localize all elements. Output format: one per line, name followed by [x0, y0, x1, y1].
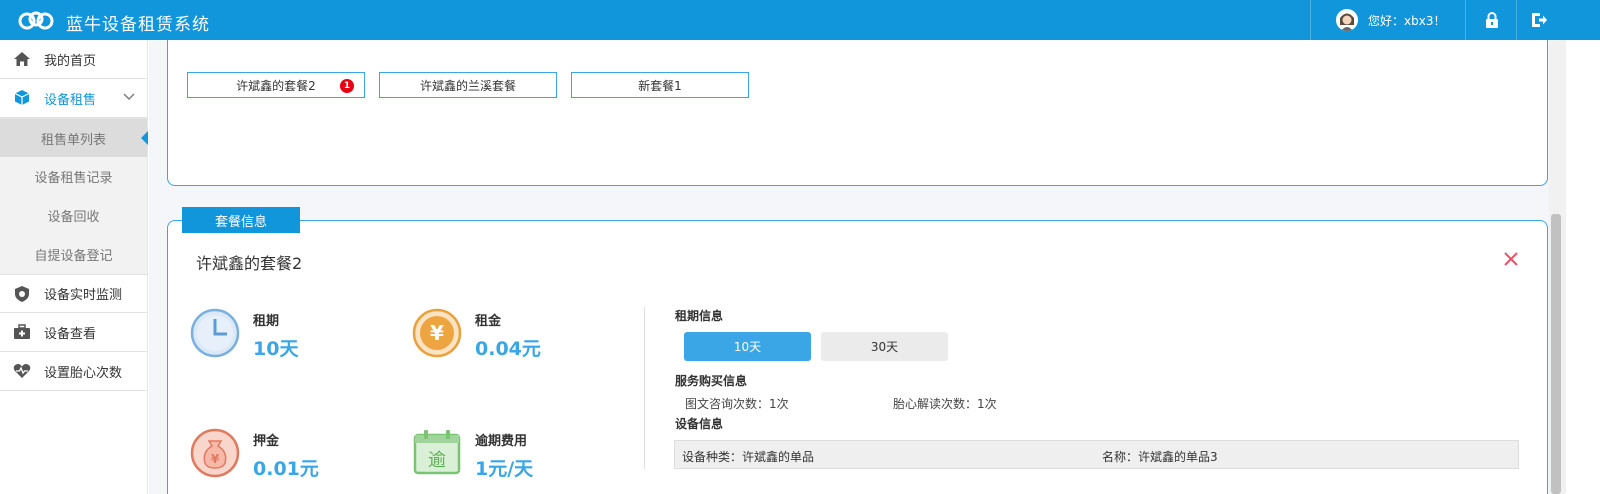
period-option-30-days[interactable]: 30天 — [821, 332, 948, 361]
stat-value: 0.04元 — [475, 338, 541, 360]
medical-kit-icon — [13, 323, 31, 341]
yen-icon: ¥ — [412, 308, 462, 358]
money-bag-icon: ¥ — [190, 428, 240, 478]
lock-icon[interactable] — [1482, 10, 1502, 30]
logout-icon[interactable] — [1529, 10, 1549, 30]
sidebar-item-home[interactable]: 我的首页 — [0, 40, 147, 79]
device-type: 设备种类：许斌鑫的单品 — [682, 450, 815, 464]
fetal-interpret-count: 胎心解读次数：1次 — [893, 397, 997, 411]
period-option-10-days[interactable]: 10天 — [684, 332, 811, 361]
right-gutter — [1566, 40, 1600, 494]
divider — [644, 307, 645, 469]
package-tab-label: 许斌鑫的套餐2 — [236, 78, 316, 93]
package-title: 许斌鑫的套餐2 — [196, 254, 303, 273]
header-divider — [1310, 0, 1311, 40]
consult-count: 图文咨询次数：1次 — [685, 397, 789, 411]
submenu-item-rental-records[interactable]: 设备租售记录 — [0, 157, 147, 196]
stat-label: 逾期费用 — [475, 434, 528, 449]
stat-value: 0.01元 — [253, 458, 319, 480]
device-name: 名称：许斌鑫的单品3 — [1102, 450, 1218, 464]
stat-rent: ¥ 租金 0.04元 — [412, 308, 612, 368]
submenu-item-device-recycle[interactable]: 设备回收 — [0, 196, 147, 235]
sidebar-item-fetal-settings[interactable]: 设置胎心次数 — [0, 352, 147, 391]
service-info-heading: 服务购买信息 — [675, 374, 748, 388]
stat-label: 租金 — [475, 314, 502, 329]
heartbeat-icon — [13, 362, 31, 380]
submenu-item-label: 设备租售记录 — [34, 171, 113, 186]
submenu-item-label: 租售单列表 — [40, 132, 106, 148]
notification-badge: 1 — [340, 79, 354, 93]
stat-rental-period: 租期 10天 — [190, 308, 390, 368]
top-bar: 蓝牛设备租赁系统 您好：xbx3！ — [0, 0, 1600, 40]
package-tab[interactable]: 新套餐1 — [571, 72, 749, 98]
stat-value: 10天 — [253, 338, 299, 360]
sidebar-item-rental[interactable]: 设备租售 — [0, 79, 147, 118]
device-info-heading: 设备信息 — [675, 417, 724, 431]
sidebar-item-label: 设置胎心次数 — [44, 365, 123, 381]
user-menu[interactable]: 您好：xbx3！ — [1336, 0, 1445, 40]
submenu-item-self-pickup[interactable]: 自提设备登记 — [0, 235, 147, 274]
stat-label: 租期 — [253, 314, 280, 329]
period-info-heading: 租期信息 — [675, 309, 724, 323]
submenu-item-label: 自提设备登记 — [34, 249, 113, 264]
header-divider — [1516, 0, 1517, 40]
stat-label: 押金 — [253, 434, 280, 449]
svg-text:¥: ¥ — [430, 321, 444, 345]
home-icon — [13, 50, 31, 68]
sidebar-item-realtime-monitor[interactable]: 设备实时监测 — [0, 274, 147, 313]
stat-deposit: ¥ 押金 0.01元 — [190, 428, 390, 488]
clock-icon — [190, 308, 240, 358]
close-icon[interactable] — [1502, 250, 1520, 268]
chevron-down-icon — [123, 93, 135, 100]
svg-text:逾: 逾 — [428, 450, 446, 471]
sidebar-item-label: 设备实时监测 — [44, 288, 123, 303]
sidebar-item-label: 我的首页 — [44, 53, 97, 69]
package-list-panel: 许斌鑫的套餐2 1 许斌鑫的兰溪套餐 新套餐1 — [167, 40, 1548, 186]
logo-icon — [18, 11, 54, 30]
user-greeting: 您好：xbx3！ — [1368, 13, 1446, 28]
calendar-icon: 逾 — [413, 430, 461, 475]
app-title: 蓝牛设备租赁系统 — [66, 15, 210, 35]
shield-icon — [13, 285, 31, 303]
package-tab[interactable]: 许斌鑫的套餐2 1 — [187, 72, 365, 98]
sidebar: 我的首页 设备租售 租售单列表 设备租售记录 设备回收 自提设备登记 设备实时监… — [0, 40, 148, 494]
section-tag: 套餐信息 — [182, 207, 300, 233]
sidebar-item-label: 设备租售 — [44, 92, 97, 108]
stat-value: 1元/天 — [475, 458, 534, 480]
sidebar-item-device-view[interactable]: 设备查看 — [0, 313, 147, 352]
submenu-item-label: 设备回收 — [47, 210, 100, 225]
cube-icon — [13, 89, 31, 107]
submenu-item-rental-list[interactable]: 租售单列表 — [0, 118, 148, 157]
sidebar-item-label: 设备查看 — [44, 326, 97, 342]
svg-text:¥: ¥ — [211, 452, 220, 466]
package-tab[interactable]: 许斌鑫的兰溪套餐 — [379, 72, 557, 98]
package-tab-label: 新套餐1 — [638, 78, 682, 93]
scrollbar-thumb[interactable] — [1551, 214, 1561, 494]
avatar-icon — [1336, 9, 1358, 31]
stat-overdue-fee: 逾 逾期费用 1元/天 — [412, 428, 612, 488]
device-info-row: 设备种类：许斌鑫的单品 名称：许斌鑫的单品3 — [674, 440, 1519, 469]
header-divider — [1465, 0, 1466, 40]
package-tab-label: 许斌鑫的兰溪套餐 — [419, 78, 516, 93]
